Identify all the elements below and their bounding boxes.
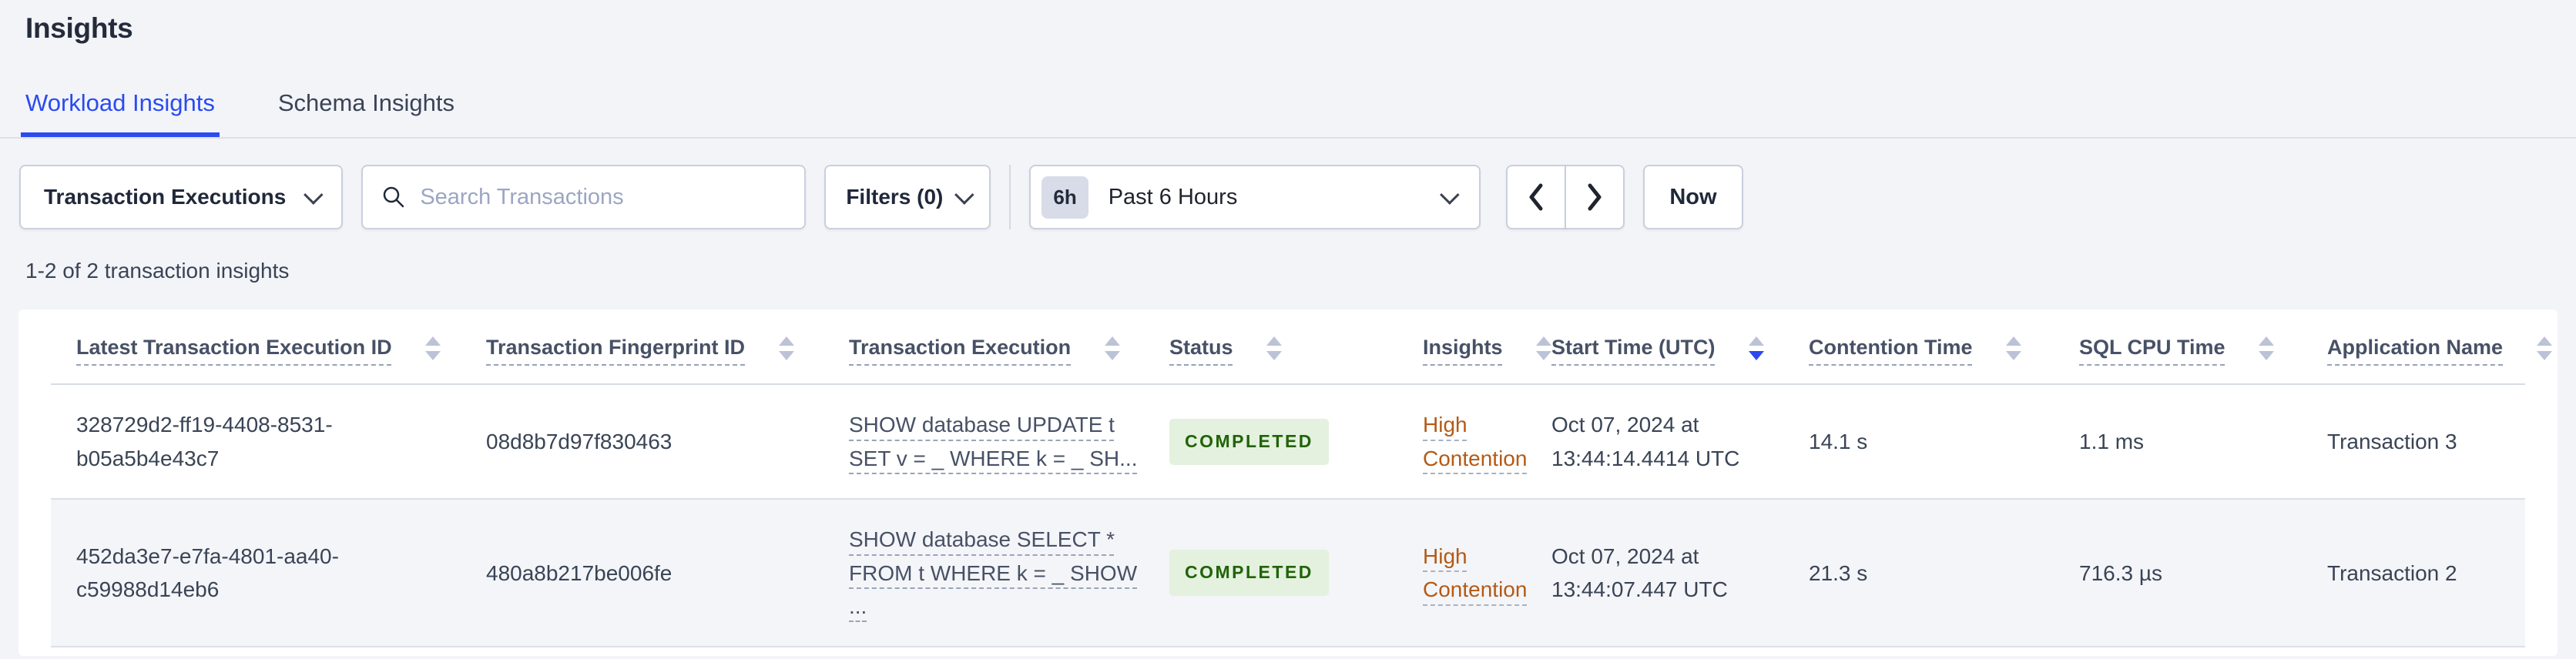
sort-icon-active-desc — [1749, 336, 1765, 361]
previous-time-button[interactable] — [1506, 165, 1567, 229]
insights-table-card: Latest Transaction Execution ID Transact… — [18, 309, 2558, 656]
contention-time-cell: 14.1 s — [1809, 384, 2079, 500]
column-header-status[interactable]: Status — [1169, 309, 1423, 386]
tab-schema-insights[interactable]: Schema Insights — [273, 85, 459, 137]
search-icon — [384, 186, 404, 208]
high-contention-link[interactable]: High Contention — [1423, 544, 1527, 601]
table-row: 452da3e7-e7fa-4801-aa40- c59988d14eb6 48… — [51, 499, 2525, 648]
status-cell: COMPLETED — [1169, 384, 1423, 500]
tab-bar: Workload Insights Schema Insights — [0, 85, 2576, 139]
results-summary: 1-2 of 2 transaction insights — [25, 259, 290, 283]
execution-type-label: Transaction Executions — [44, 185, 287, 209]
time-range-badge: 6h — [1041, 176, 1088, 219]
column-header-transaction-fingerprint-id[interactable]: Transaction Fingerprint ID — [486, 309, 849, 386]
search-input[interactable] — [420, 184, 787, 210]
column-header-insights[interactable]: Insights — [1423, 309, 1552, 386]
sort-icon — [778, 336, 794, 361]
execution-type-dropdown[interactable]: Transaction Executions — [19, 165, 344, 229]
transaction-fingerprint-id: 08d8b7d97f830463 — [486, 384, 849, 500]
sort-icon — [1266, 336, 1283, 361]
sort-icon — [1104, 336, 1120, 361]
transaction-execution-cell: SHOW database UPDATE t SET v = _ WHERE k… — [849, 384, 1169, 500]
toolbar-divider — [1009, 165, 1011, 229]
transaction-insights-table: Latest Transaction Execution ID Transact… — [51, 309, 2552, 648]
filters-label: Filters (0) — [846, 185, 944, 209]
start-time-cell: Oct 07, 2024 at 13:44:07.447 UTC — [1551, 499, 1809, 648]
transaction-execution-link[interactable]: SHOW database UPDATE t SET v = _ WHERE k… — [849, 413, 1138, 470]
sort-icon — [2259, 336, 2275, 361]
latest-transaction-execution-id: 328729d2-ff19-4408-8531- b05a5b4e43c7 — [51, 384, 486, 500]
chevron-down-icon — [954, 185, 974, 205]
toolbar: Transaction Executions Filters (0) 6h Pa… — [19, 165, 2576, 229]
transaction-execution-link[interactable]: SHOW database SELECT * FROM t WHERE k = … — [849, 527, 1137, 618]
next-time-button[interactable] — [1565, 165, 1625, 229]
filters-button[interactable]: Filters (0) — [824, 165, 991, 229]
column-header-sql-cpu-time[interactable]: SQL CPU Time — [2079, 309, 2327, 386]
insights-cell: High Contention — [1423, 384, 1551, 500]
status-badge: COMPLETED — [1169, 550, 1329, 597]
status-cell: COMPLETED — [1169, 499, 1423, 648]
application-name-cell: Transaction 3 — [2327, 384, 2525, 500]
sort-icon — [2536, 336, 2552, 361]
table-row: 328729d2-ff19-4408-8531- b05a5b4e43c7 08… — [51, 384, 2525, 500]
contention-time-cell: 21.3 s — [1809, 499, 2079, 648]
time-range-label: Past 6 Hours — [1108, 184, 1238, 209]
tab-workload-insights[interactable]: Workload Insights — [21, 85, 220, 137]
column-header-application-name[interactable]: Application Name — [2327, 309, 2552, 386]
column-header-transaction-execution[interactable]: Transaction Execution — [849, 309, 1169, 386]
latest-transaction-execution-id: 452da3e7-e7fa-4801-aa40- c59988d14eb6 — [51, 499, 486, 648]
high-contention-link[interactable]: High Contention — [1423, 413, 1527, 470]
start-time-cell: Oct 07, 2024 at 13:44:14.4414 UTC — [1551, 384, 1809, 500]
insights-cell: High Contention — [1423, 499, 1551, 648]
time-range-picker[interactable]: 6h Past 6 Hours — [1029, 165, 1481, 229]
sort-icon — [1536, 336, 1552, 361]
time-pager — [1506, 165, 1625, 229]
column-header-latest-transaction-execution-id[interactable]: Latest Transaction Execution ID — [51, 309, 486, 386]
chevron-down-icon — [1440, 185, 1460, 205]
column-header-contention-time[interactable]: Contention Time — [1809, 309, 2079, 386]
sql-cpu-time-cell: 716.3 µs — [2079, 499, 2327, 648]
search-box[interactable] — [361, 165, 807, 229]
sort-icon — [2006, 336, 2022, 361]
table-header-row: Latest Transaction Execution ID Transact… — [51, 309, 2552, 386]
chevron-left-icon — [1529, 183, 1543, 211]
chevron-right-icon — [1588, 183, 1602, 211]
transaction-fingerprint-id: 480a8b217be006fe — [486, 499, 849, 648]
column-header-start-time[interactable]: Start Time (UTC) — [1551, 309, 1809, 386]
status-badge: COMPLETED — [1169, 418, 1329, 465]
application-name-cell: Transaction 2 — [2327, 499, 2525, 648]
transaction-execution-cell: SHOW database SELECT * FROM t WHERE k = … — [849, 499, 1169, 648]
sort-icon — [425, 336, 441, 361]
chevron-down-icon — [304, 185, 324, 205]
sql-cpu-time-cell: 1.1 ms — [2079, 384, 2327, 500]
page-title: Insights — [25, 12, 133, 44]
now-button[interactable]: Now — [1643, 165, 1743, 229]
insights-page: Insights Workload Insights Schema Insigh… — [0, 0, 2576, 659]
